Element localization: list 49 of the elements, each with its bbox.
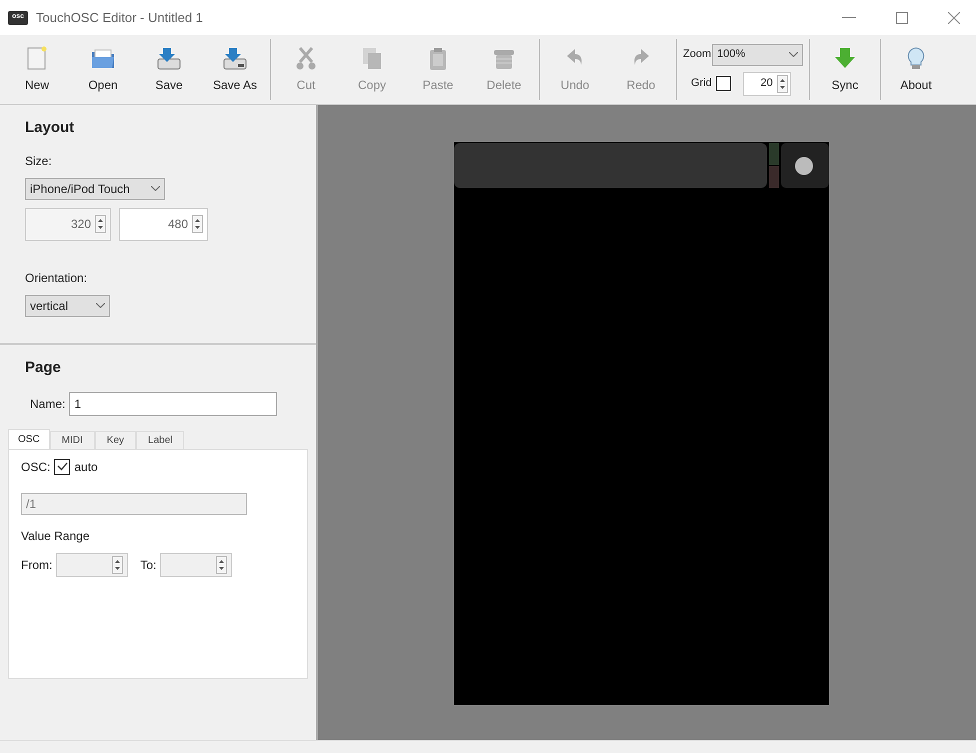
tab[interactable]: Label bbox=[136, 430, 184, 448]
spin-arrows-icon bbox=[95, 215, 106, 233]
window-title: TouchOSC Editor - Untitled 1 bbox=[36, 8, 203, 27]
caret-icon bbox=[789, 52, 798, 57]
close-icon[interactable] bbox=[948, 12, 960, 24]
caret-icon bbox=[96, 303, 105, 308]
new-button[interactable]: New bbox=[4, 35, 70, 104]
auto-checkbox[interactable] bbox=[54, 458, 70, 474]
to-label: To: bbox=[140, 556, 156, 574]
sync-button[interactable]: Sync bbox=[812, 35, 878, 104]
osc-label: OSC: bbox=[21, 458, 50, 476]
size-label: Size: bbox=[25, 152, 52, 170]
grid-spinbox[interactable]: 20 bbox=[742, 72, 791, 96]
save-icon bbox=[221, 45, 249, 72]
height-spinbox[interactable]: 480 bbox=[119, 208, 208, 240]
to-spinbox[interactable] bbox=[160, 552, 232, 576]
address-field[interactable]: /1 bbox=[21, 492, 247, 514]
value-range-label: Value Range bbox=[21, 528, 90, 544]
tab[interactable]: OSC bbox=[8, 428, 50, 448]
from-spinbox[interactable] bbox=[56, 552, 128, 576]
name-label: Name: bbox=[30, 396, 66, 412]
save-button[interactable]: Save bbox=[136, 35, 202, 104]
tab[interactable]: Key bbox=[94, 430, 136, 448]
open-button[interactable]: Open bbox=[70, 35, 136, 104]
maximize-icon[interactable] bbox=[896, 12, 908, 24]
save-icon bbox=[155, 45, 183, 72]
spin-arrows-icon bbox=[216, 556, 228, 574]
from-label: From: bbox=[21, 556, 52, 574]
saveas-button[interactable]: Save As bbox=[202, 35, 268, 104]
zoom-label: Zoom bbox=[683, 47, 712, 62]
section-title: Page bbox=[25, 358, 61, 378]
zoom-dropdown[interactable]: 100% bbox=[712, 44, 803, 66]
grid-checkbox[interactable] bbox=[716, 76, 731, 91]
section-title: Layout bbox=[25, 118, 74, 138]
grid-label: Grid bbox=[691, 76, 712, 92]
orientation-dropdown[interactable]: vertical bbox=[25, 294, 110, 316]
orientation-label: Orientation: bbox=[25, 270, 88, 286]
tab[interactable]: MIDI bbox=[50, 430, 95, 448]
width-spinbox[interactable]: 320 bbox=[25, 208, 111, 240]
caret-icon bbox=[151, 186, 160, 191]
minimize-icon[interactable] bbox=[842, 16, 856, 18]
spin-arrows-icon bbox=[112, 556, 124, 574]
size-dropdown[interactable]: iPhone/iPod Touch bbox=[25, 178, 165, 200]
auto-label: auto bbox=[74, 458, 98, 476]
name-field[interactable]: 1 bbox=[69, 392, 278, 416]
spin-arrows-icon bbox=[776, 74, 788, 92]
checkmark-icon bbox=[56, 462, 68, 471]
spin-arrows-icon bbox=[192, 215, 203, 233]
about-button[interactable]: About bbox=[883, 35, 949, 104]
